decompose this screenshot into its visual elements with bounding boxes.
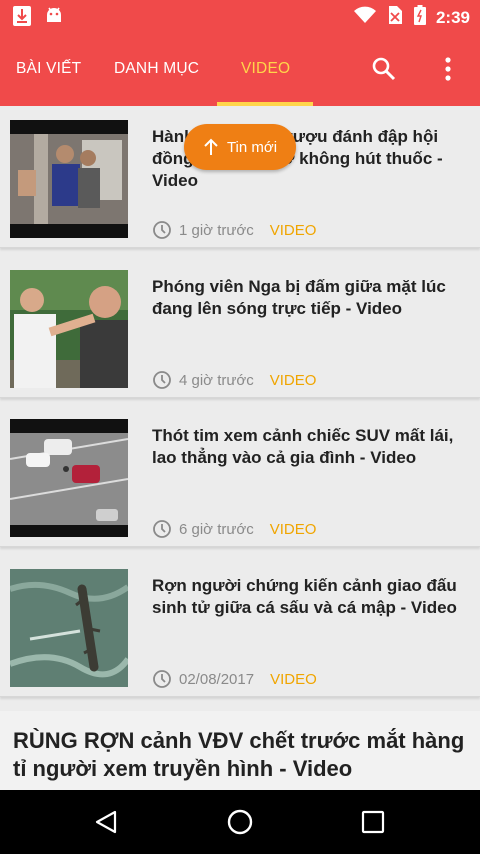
home-icon[interactable] [224, 806, 256, 838]
arrow-up-icon [204, 138, 218, 155]
search-icon[interactable] [370, 55, 398, 83]
article-thumbnail [10, 270, 128, 388]
featured-article-title[interactable]: RÙNG RỢN cảnh VĐV chết trước mắt hàng tỉ… [13, 727, 473, 783]
clock-icon [153, 670, 171, 688]
back-icon[interactable] [90, 806, 122, 838]
tab-danh-muc[interactable]: DANH MỤC [114, 32, 199, 106]
status-time: 2:39 [435, 7, 470, 27]
android-icon [44, 5, 64, 32]
article-title[interactable]: Phóng viên Nga bị đấm giữa mặt lúc đang … [152, 276, 470, 320]
more-vert-icon[interactable] [434, 55, 462, 83]
clock-icon [153, 520, 171, 538]
new-posts-button[interactable]: Tin mới [184, 124, 296, 170]
article-time: 4 giờ trước [179, 371, 254, 389]
clock-icon [153, 221, 171, 239]
article-time: 02/08/2017 [179, 670, 255, 688]
app-bar: BÀI VIẾT DANH MỤC VIDEO [0, 32, 480, 106]
article-time: 1 giờ trước [179, 221, 254, 239]
article-title[interactable]: Rợn người chứng kiến cảnh giao đấu sinh … [152, 575, 470, 619]
article-category[interactable]: VIDEO [270, 671, 317, 688]
clock-icon [153, 371, 171, 389]
article-meta: 02/08/2017 VIDEO [152, 669, 317, 689]
article-thumbnail [10, 569, 128, 687]
article-time: 6 giờ trước [179, 520, 254, 538]
system-nav-bar [0, 790, 480, 854]
article-category[interactable]: VIDEO [270, 521, 317, 538]
article-list[interactable]: Hành khách say rượu đánh đập hội đồng vì… [0, 106, 480, 790]
article-category[interactable]: VIDEO [270, 222, 317, 239]
article-meta: 6 giờ trước VIDEO [152, 519, 316, 539]
featured-article-card[interactable]: RÙNG RỢN cảnh VĐV chết trước mắt hàng tỉ… [0, 711, 480, 790]
article-meta: 1 giờ trước VIDEO [152, 220, 316, 240]
status-bar: 2:39 [0, 0, 480, 32]
article-card[interactable]: Thót tim xem cảnh chiếc SUV mất lái, lao… [0, 405, 480, 547]
article-thumbnail [10, 419, 128, 537]
new-posts-label: Tin mới [226, 138, 278, 156]
article-title[interactable]: Thót tim xem cảnh chiếc SUV mất lái, lao… [152, 425, 470, 469]
tab-video[interactable]: VIDEO [241, 32, 290, 106]
article-meta: 4 giờ trước VIDEO [152, 370, 316, 390]
article-thumbnail [10, 120, 128, 238]
article-category[interactable]: VIDEO [270, 372, 317, 389]
recents-icon[interactable] [357, 806, 389, 838]
article-card[interactable]: Rợn người chứng kiến cảnh giao đấu sinh … [0, 555, 480, 697]
wifi-icon [353, 6, 376, 29]
tab-bai-viet[interactable]: BÀI VIẾT [16, 32, 81, 106]
download-icon [12, 5, 32, 32]
article-card[interactable]: Phóng viên Nga bị đấm giữa mặt lúc đang … [0, 256, 480, 398]
battery-icon [413, 5, 426, 30]
no-sim-icon [386, 5, 404, 30]
